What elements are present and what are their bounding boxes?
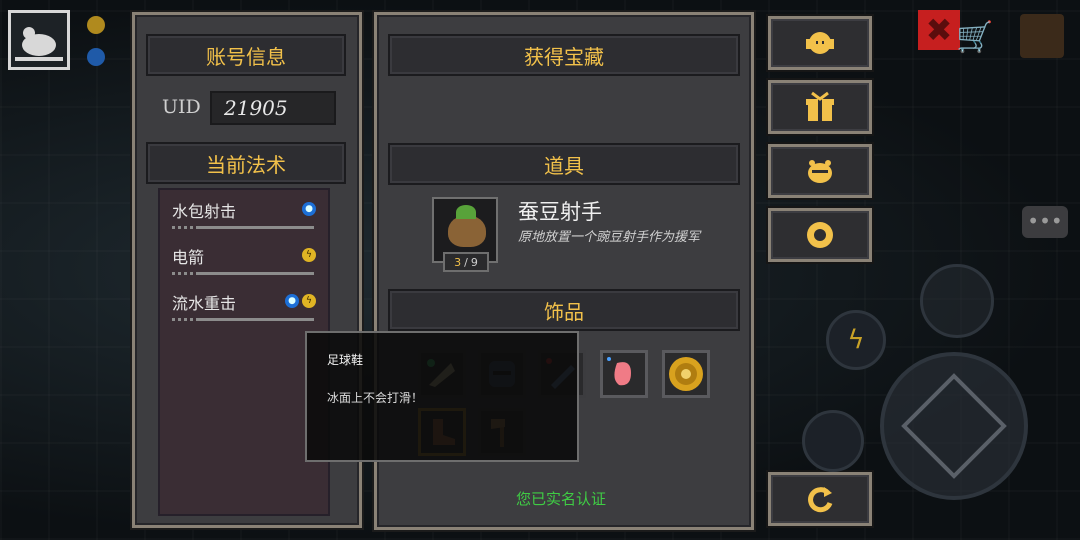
- uid-label: UID: [162, 96, 201, 118]
- attack-joystick[interactable]: [880, 352, 1028, 500]
- bean-icon: [448, 215, 486, 247]
- current-spell-title: 当前法术: [206, 152, 286, 177]
- bee-icon: [808, 160, 832, 183]
- prop-count-separator: /: [464, 255, 468, 269]
- ornament-slot-meat[interactable]: [600, 350, 648, 398]
- spell-item-name: 水包射击: [172, 202, 237, 221]
- spell-divider: [172, 272, 314, 275]
- settings-button[interactable]: [768, 208, 872, 262]
- lightning-element-icon: ϟ: [302, 248, 316, 262]
- spell-divider: [172, 226, 314, 229]
- account-info-title: 账号信息: [206, 44, 286, 69]
- return-icon: [808, 487, 833, 513]
- gift-icon: [806, 91, 834, 121]
- tooltip-title: 足球鞋: [327, 353, 364, 367]
- prop-count: 3/9: [443, 252, 489, 272]
- verified-status: 您已实名认证: [515, 490, 606, 508]
- bee-button[interactable]: [768, 144, 872, 198]
- tooltip-description: 冰面上不会打滑！: [327, 391, 424, 405]
- gold-coin-icon: [87, 16, 105, 34]
- headset-icon: [806, 32, 834, 54]
- gold-medal-icon: [669, 357, 703, 391]
- lightning-element-icon: ϟ: [302, 294, 316, 308]
- ornament-slot-gold-coin[interactable]: [662, 350, 710, 398]
- props-header: 道具: [388, 143, 740, 185]
- return-button[interactable]: [768, 472, 872, 526]
- water-skill-button[interactable]: [802, 410, 864, 472]
- ornament-tooltip: 足球鞋 冰面上不会打滑！: [305, 331, 579, 462]
- ornaments-header: 饰品: [388, 289, 740, 331]
- props-title: 道具: [544, 153, 584, 178]
- customer-service-button[interactable]: [768, 16, 872, 70]
- gear-icon: [807, 222, 833, 248]
- meat-icon: [607, 357, 631, 386]
- sprout-icon: [456, 205, 476, 219]
- gift-button[interactable]: [768, 80, 872, 134]
- spell-item-name: 流水重击: [172, 294, 237, 313]
- water-element-icon: ●: [302, 202, 316, 216]
- current-spell-header: 当前法术: [146, 142, 346, 184]
- chat-icon[interactable]: •••: [1022, 206, 1068, 238]
- pet-portrait[interactable]: [8, 10, 70, 70]
- lightning-skill-button[interactable]: ϟ: [826, 310, 886, 370]
- water-element-icon: ●: [285, 294, 299, 308]
- prop-name: 蚕豆射手: [518, 200, 602, 224]
- shopping-cart-icon[interactable]: 🛒: [956, 20, 993, 56]
- crosshair-icon: [901, 373, 1007, 479]
- prop-description: 原地放置一个豌豆射手作为援军: [518, 230, 701, 245]
- gem-icon: [87, 48, 105, 66]
- spell-item-name: 电箭: [172, 248, 205, 267]
- prop-count-max: 9: [470, 255, 478, 269]
- treasure-header: 获得宝藏: [388, 34, 740, 76]
- close-shop-icon[interactable]: ✖: [918, 10, 960, 50]
- account-info-header: 账号信息: [146, 34, 346, 76]
- mouse-icon: [15, 27, 63, 61]
- treasure-title: 获得宝藏: [524, 44, 604, 69]
- prop-count-current: 3: [454, 255, 462, 269]
- spell-divider: [172, 318, 314, 321]
- uid-value: 21905: [210, 91, 336, 125]
- backpack-icon[interactable]: [1020, 14, 1064, 58]
- ornaments-title: 饰品: [544, 299, 584, 324]
- dodge-button[interactable]: [920, 264, 994, 338]
